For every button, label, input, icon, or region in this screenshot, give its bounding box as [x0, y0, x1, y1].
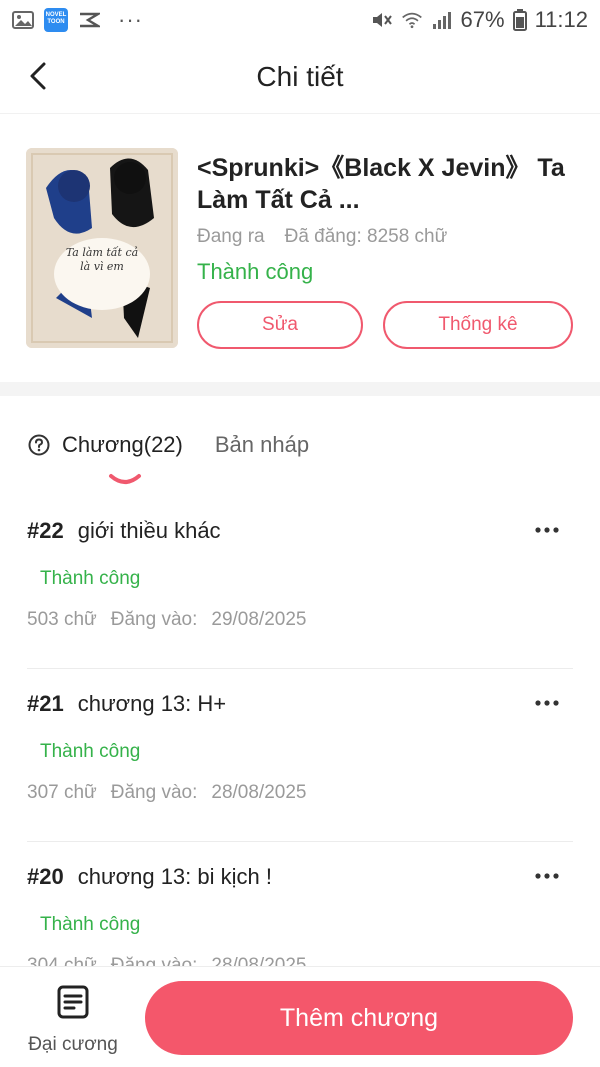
edit-button[interactable]: Sửa: [197, 301, 363, 349]
chapter-item[interactable]: #22 giới thiều khác Thành công 503 chữ Đ…: [27, 496, 573, 669]
chapter-status: Thành công: [40, 741, 141, 762]
tab-active-indicator: [109, 474, 141, 484]
outline-button[interactable]: Đại cương: [24, 985, 122, 1056]
stats-button[interactable]: Thống kê: [383, 301, 573, 349]
cover-text: Ta làm tất cả là vì em: [65, 246, 139, 273]
document-icon: [24, 985, 122, 1024]
chapter-meta: 503 chữ Đăng vào: 29/08/2025: [27, 609, 306, 631]
more-options-icon[interactable]: [527, 689, 567, 717]
status-bar-left: NOVEL TOON ···: [12, 7, 143, 33]
tab-chapters-label: Chương(22): [62, 432, 183, 457]
battery-icon: [512, 9, 527, 31]
mute-icon: [371, 10, 393, 30]
help-icon[interactable]: [28, 434, 50, 456]
chevron-left-icon: [28, 61, 48, 96]
bottom-action-bar: Đại cương Thêm chương: [0, 966, 600, 1067]
more-options-icon[interactable]: [527, 516, 567, 544]
clock: 11:12: [534, 7, 588, 32]
chapter-status: Thành công: [40, 568, 141, 589]
book-cover[interactable]: Ta làm tất cả là vì em: [26, 148, 178, 348]
novel-app-line1: NOVEL: [45, 12, 67, 18]
chapter-name: giới thiều khác: [77, 518, 221, 543]
chapter-item[interactable]: #21 chương 13: H+ Thành công 307 chữ Đăn…: [27, 669, 573, 842]
capcut-icon: [78, 10, 100, 30]
chapter-published-label: Đăng vào:: [110, 782, 198, 803]
chapter-number: #21: [27, 691, 64, 716]
add-chapter-button[interactable]: Thêm chương: [145, 981, 573, 1055]
book-info: Ta làm tất cả là vì em <Sprunki>《Black X…: [0, 114, 600, 382]
tab-drafts[interactable]: Bản nháp: [215, 432, 309, 458]
outline-label: Đại cương: [28, 1034, 118, 1055]
more-dots-icon: ···: [118, 7, 143, 32]
chapter-published-label: Đăng vào:: [110, 609, 198, 630]
chapter-meta: 307 chữ Đăng vào: 28/08/2025: [27, 782, 306, 804]
app-header: Chi tiết: [0, 40, 600, 114]
signal-icon: [431, 10, 453, 30]
chapter-number: #22: [27, 518, 64, 543]
book-word-count: Đã đăng: 8258 chữ: [284, 226, 448, 247]
wifi-icon: [401, 10, 423, 30]
chapter-title: #20 chương 13: bi kịch !: [27, 864, 272, 890]
chapter-number: #20: [27, 864, 64, 889]
chapter-name: chương 13: H+: [77, 691, 227, 716]
chapter-title: #22 giới thiều khác: [27, 518, 221, 544]
chapter-word-count: 307 chữ: [27, 782, 97, 803]
noveltoon-app-icon: NOVEL TOON: [44, 8, 68, 32]
section-divider: [0, 382, 600, 396]
back-button[interactable]: [18, 58, 58, 98]
book-meta: Đang ra Đã đăng: 8258 chữ: [197, 226, 447, 248]
gallery-icon: [12, 10, 34, 30]
page-title: Chi tiết: [256, 60, 344, 92]
novel-app-line2: TOON: [47, 19, 65, 25]
book-state: Đang ra: [197, 226, 265, 247]
tab-chapters[interactable]: Chương(22): [28, 432, 183, 484]
chapter-name: chương 13: bi kịch !: [77, 864, 272, 889]
book-title: <Sprunki>《Black X Jevin》 Ta Làm Tất Cả .…: [197, 154, 565, 214]
chapter-word-count: 503 chữ: [27, 609, 97, 630]
chapter-status: Thành công: [40, 914, 141, 935]
chapter-date: 28/08/2025: [211, 782, 307, 803]
status-bar: NOVEL TOON ··· 67% 11:12: [0, 0, 600, 40]
battery-percent: 67%: [460, 7, 505, 32]
chapter-date: 29/08/2025: [211, 609, 307, 630]
chapter-tabs: Chương(22) Bản nháp: [28, 432, 309, 492]
chapter-list: #22 giới thiều khác Thành công 503 chữ Đ…: [0, 496, 600, 1015]
more-options-icon[interactable]: [527, 862, 567, 890]
book-status: Thành công: [197, 259, 314, 284]
status-bar-right: 67% 11:12: [371, 7, 588, 33]
chapter-title: #21 chương 13: H+: [27, 691, 226, 717]
